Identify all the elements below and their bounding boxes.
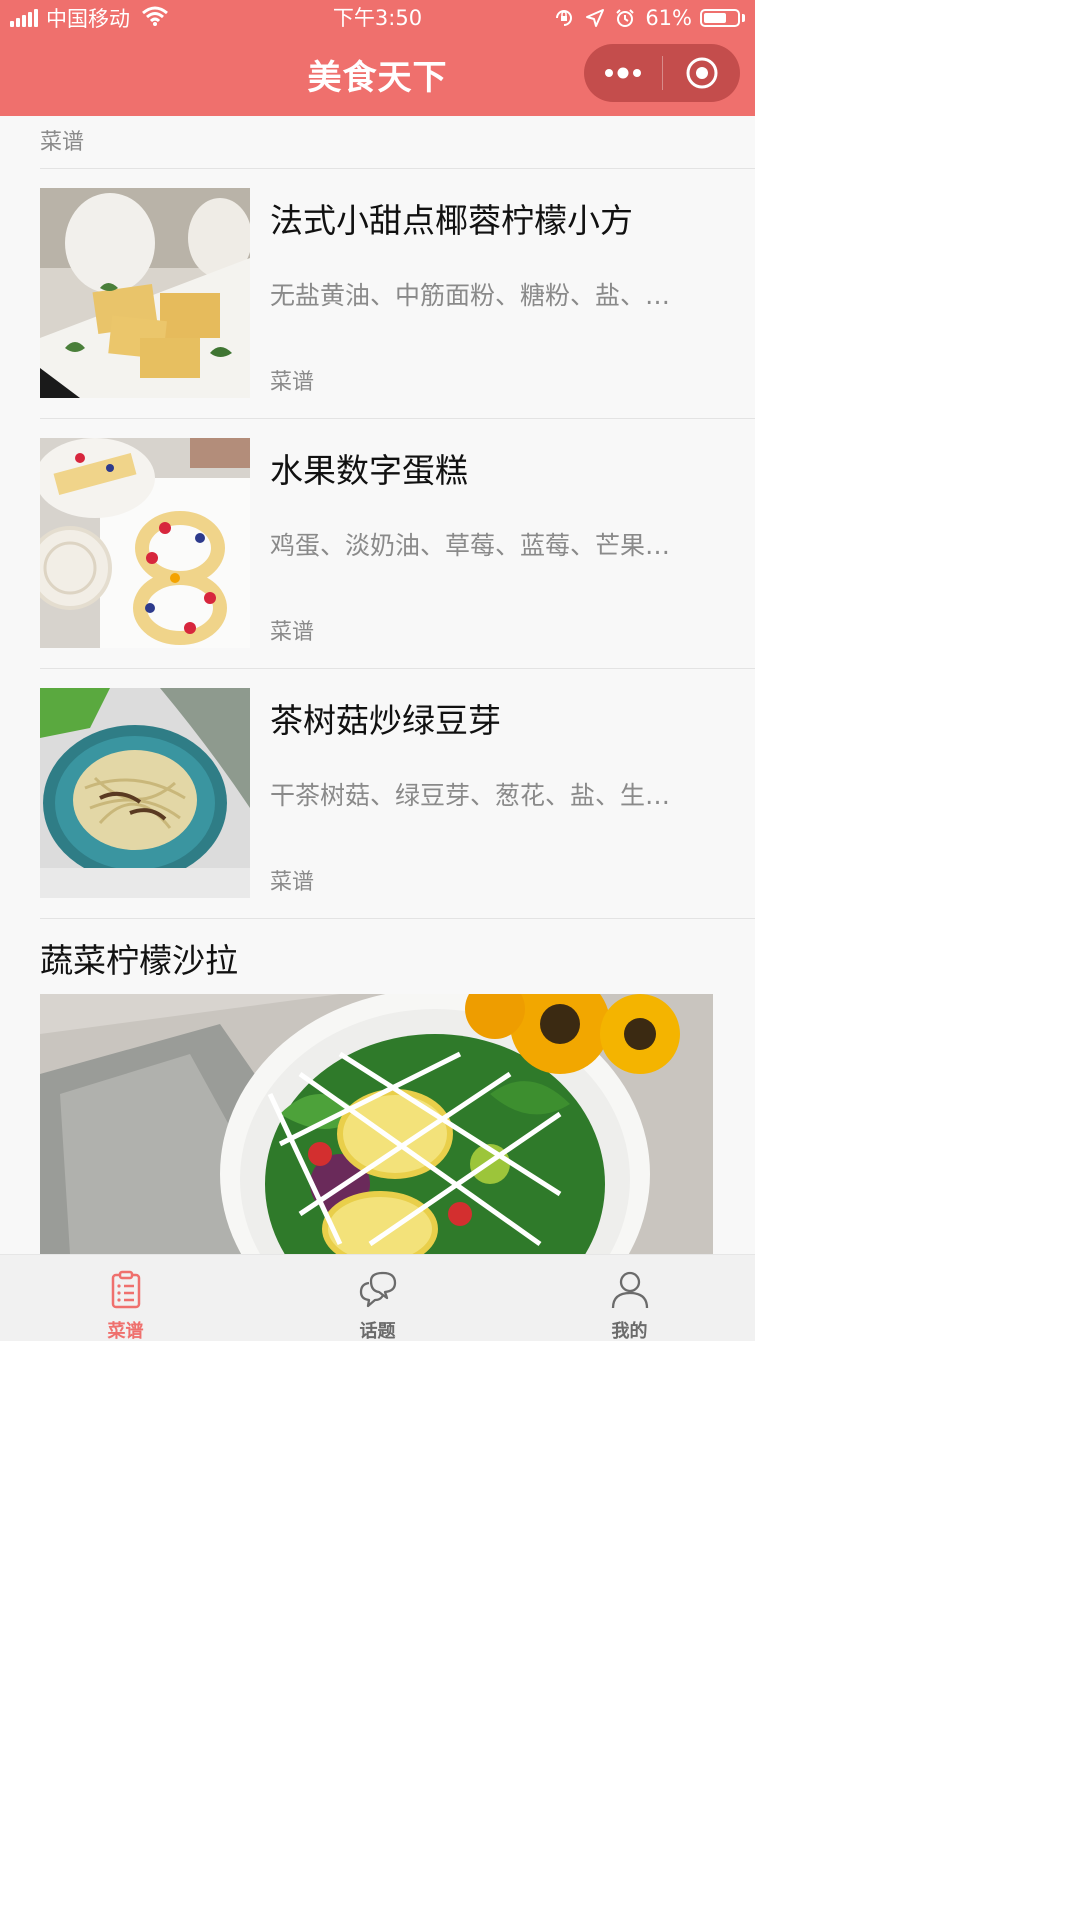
close-program-button[interactable] <box>663 44 740 102</box>
divider <box>40 168 755 169</box>
recipe-tag: 菜谱 <box>270 870 315 895</box>
recipe-image <box>40 688 250 898</box>
status-bar: 中国移动 下午3:50 61% <box>0 0 755 36</box>
clipboard-icon <box>111 1270 141 1309</box>
recipe-list: 菜谱 法式小甜点椰蓉柠檬小方 无盐黄油、中筋面粉、糖粉、盐、… 菜谱 水果数字蛋… <box>0 116 755 1254</box>
app-screen: 中国移动 下午3:50 61% 美食天下 菜谱 法式小甜点椰蓉柠檬小方 无盐黄油… <box>0 0 755 1341</box>
user-icon <box>611 1271 649 1309</box>
alarm-clock-icon <box>615 8 635 28</box>
more-dots-icon <box>605 67 641 79</box>
recipe-ingredients: 干茶树菇、绿豆芽、葱花、盐、生… <box>270 781 671 810</box>
recipe-image <box>40 188 250 398</box>
featured-recipe-title[interactable]: 蔬菜柠檬沙拉 <box>40 934 238 982</box>
recipe-card[interactable]: 茶树菇炒绿豆芽 干茶树菇、绿豆芽、葱花、盐、生… 菜谱 <box>40 688 755 898</box>
divider <box>40 418 755 419</box>
tab-label: 我的 <box>611 1321 648 1341</box>
recipe-tag: 菜谱 <box>270 620 315 645</box>
tab-label: 话题 <box>359 1321 396 1341</box>
more-options-button[interactable] <box>584 44 662 102</box>
tab-bar: 菜谱 话题 我的 <box>0 1254 755 1341</box>
location-arrow-icon <box>585 8 605 28</box>
tab-topics[interactable]: 话题 <box>252 1255 503 1341</box>
tab-profile[interactable]: 我的 <box>504 1255 755 1341</box>
battery-icon <box>700 9 740 27</box>
recipe-title: 水果数字蛋糕 <box>270 451 468 490</box>
tab-recipes[interactable]: 菜谱 <box>0 1255 251 1341</box>
recipe-title: 法式小甜点椰蓉柠檬小方 <box>270 201 633 240</box>
target-circle-icon <box>686 57 717 89</box>
mini-program-capsule <box>584 44 740 102</box>
recipe-card[interactable]: 法式小甜点椰蓉柠檬小方 无盐黄油、中筋面粉、糖粉、盐、… 菜谱 <box>40 188 755 398</box>
divider <box>40 668 755 669</box>
recipe-ingredients: 鸡蛋、淡奶油、草莓、蓝莓、芒果… <box>270 531 671 560</box>
divider <box>40 918 755 919</box>
recipe-card[interactable]: 水果数字蛋糕 鸡蛋、淡奶油、草莓、蓝莓、芒果… 菜谱 <box>40 438 755 648</box>
recipe-title: 茶树菇炒绿豆芽 <box>270 701 501 740</box>
recipe-image <box>40 438 250 648</box>
rotation-lock-icon <box>553 7 575 29</box>
recipe-ingredients: 无盐黄油、中筋面粉、糖粉、盐、… <box>270 281 671 310</box>
recipe-tag: 菜谱 <box>40 130 85 155</box>
status-right: 61% <box>553 5 745 31</box>
recipe-tag: 菜谱 <box>270 370 315 395</box>
header: 中国移动 下午3:50 61% 美食天下 <box>0 0 755 116</box>
tab-label: 菜谱 <box>107 1321 144 1341</box>
featured-recipe-image[interactable] <box>40 994 713 1254</box>
chat-bubble-icon <box>359 1271 397 1308</box>
battery-percent: 61% <box>645 6 692 30</box>
